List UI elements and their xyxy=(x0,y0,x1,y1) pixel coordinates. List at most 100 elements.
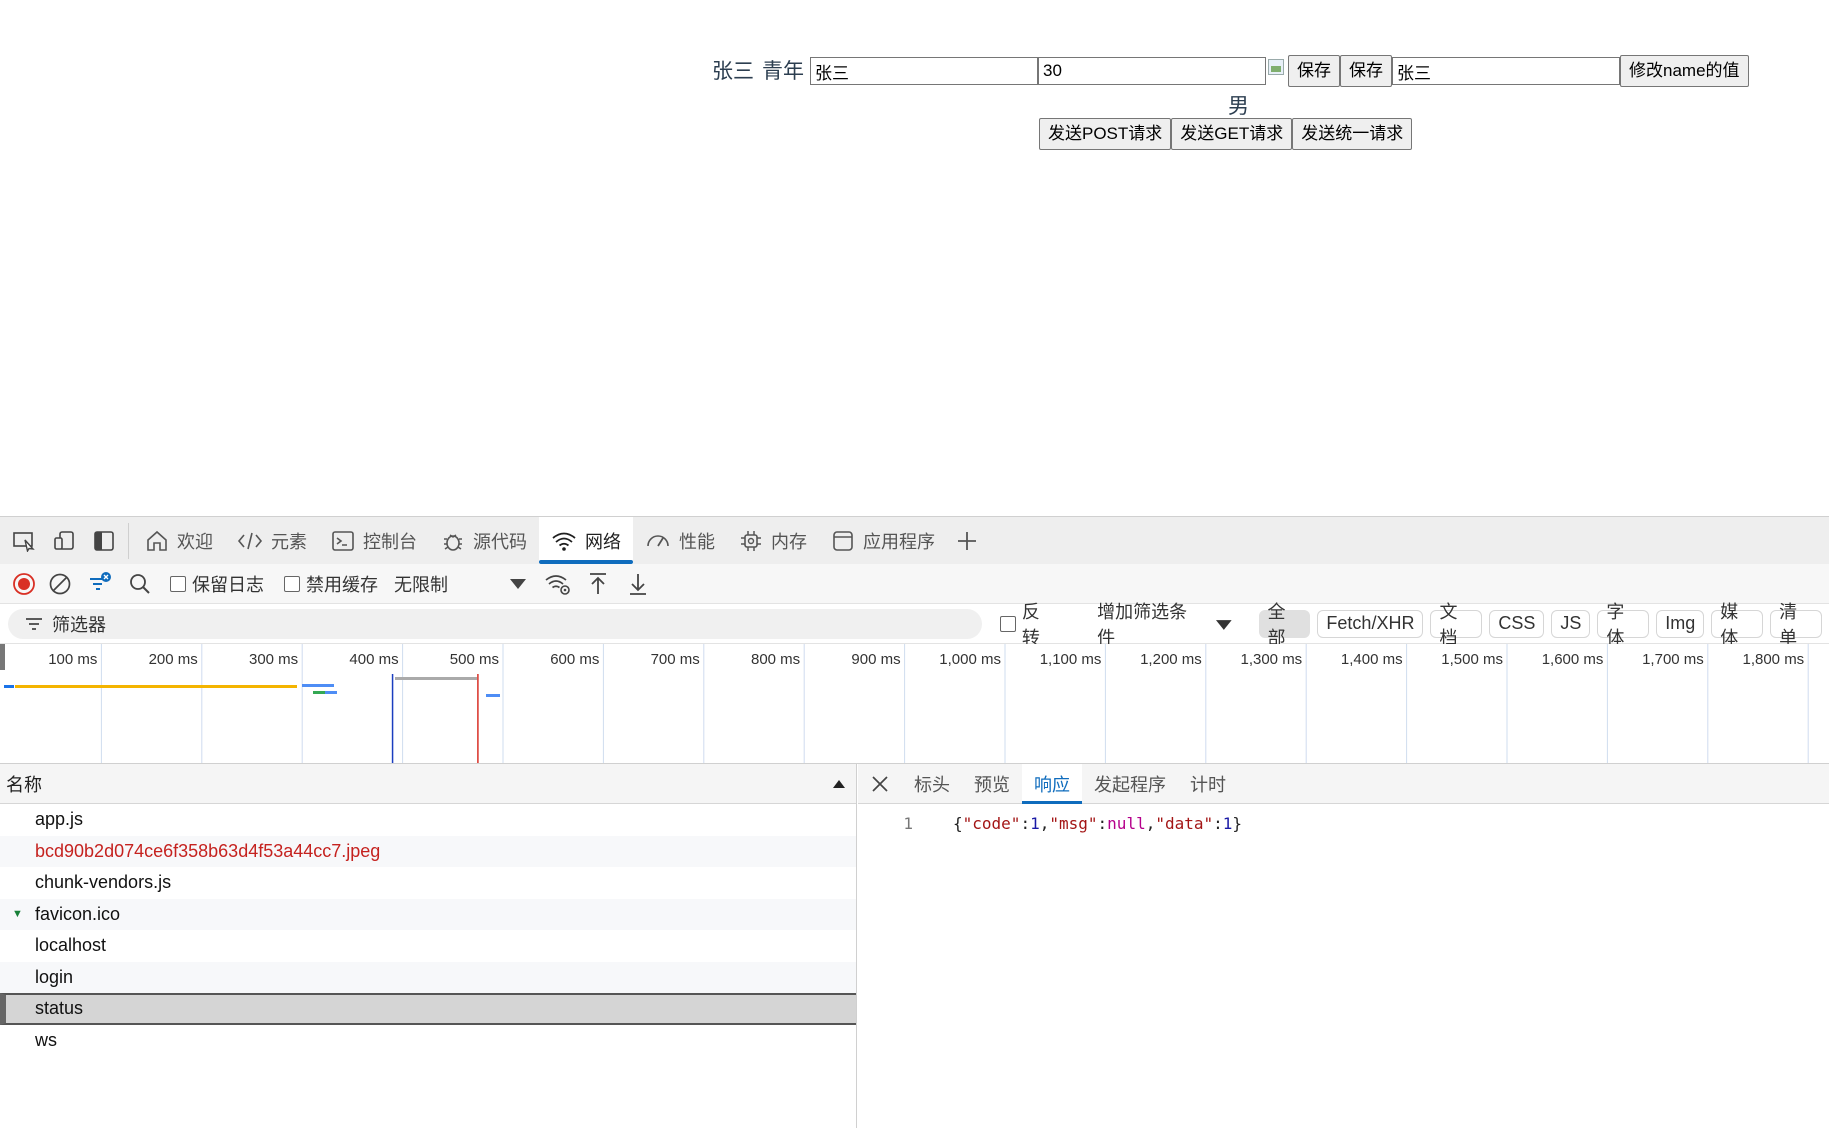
timeline-tick-label: 900 ms xyxy=(851,651,900,668)
more-filters-dropdown[interactable]: 增加筛选条件 xyxy=(1097,598,1232,650)
request-list: 名称 app.js bcd90b2d074ce6f358b63d4f53a44c… xyxy=(0,764,857,1128)
tab-response[interactable]: 响应 xyxy=(1022,763,1082,804)
timeline-bar xyxy=(486,694,500,697)
tab-network[interactable]: 网络 xyxy=(539,517,633,564)
request-name: status xyxy=(35,998,84,1019)
tab-application[interactable]: 应用程序 xyxy=(819,517,947,564)
home-icon xyxy=(147,530,167,551)
devtools-tabbar: 欢迎 元素 控制台 源代码 网络 性能 内存 应用程序 xyxy=(0,517,1829,564)
network-conditions-icon[interactable] xyxy=(538,564,578,604)
timeline-tick-label: 1,000 ms xyxy=(939,651,1001,668)
tab-label: 性能 xyxy=(679,531,715,553)
send-post-button[interactable]: 发送POST请求 xyxy=(1039,118,1172,150)
tab-preview[interactable]: 预览 xyxy=(962,764,1022,804)
table-row[interactable]: app.js xyxy=(0,804,856,836)
response-token: , xyxy=(1145,813,1156,833)
send-unified-button[interactable]: 发送统一请求 xyxy=(1292,118,1413,150)
response-line: 1 {"code":1,"msg":null,"data":1} xyxy=(858,808,1829,838)
invert-checkbox[interactable]: 反转 xyxy=(1000,598,1057,650)
search-icon[interactable] xyxy=(120,564,160,604)
network-overview-timeline[interactable]: 100 ms 200 ms 300 ms 400 ms 500 ms 600 ms 700 … xyxy=(0,644,1829,764)
dock-side-icon[interactable] xyxy=(84,521,124,561)
timeline-tick-label: 800 ms xyxy=(751,651,800,668)
modify-name-button[interactable]: 修改name的值 xyxy=(1620,55,1749,87)
tab-headers[interactable]: 标头 xyxy=(902,764,962,804)
response-token: { xyxy=(953,813,963,833)
import-har-icon[interactable] xyxy=(578,564,618,604)
checkbox-box xyxy=(284,575,300,592)
tab-performance[interactable]: 性能 xyxy=(633,517,727,564)
request-name: login xyxy=(35,966,74,987)
bug-icon xyxy=(444,533,462,551)
save-button-1[interactable]: 保存 xyxy=(1288,55,1340,87)
export-har-icon[interactable] xyxy=(618,564,658,604)
response-token: : xyxy=(1213,813,1223,833)
timeline-bar xyxy=(15,685,297,688)
age-input[interactable] xyxy=(1038,57,1266,85)
send-get-button[interactable]: 发送GET请求 xyxy=(1171,118,1293,150)
request-name: favicon.ico xyxy=(35,903,121,924)
disable-cache-checkbox[interactable]: 禁用缓存 xyxy=(284,571,378,597)
name-column-header[interactable]: 名称 xyxy=(6,771,42,797)
name-input-2[interactable] xyxy=(1392,57,1620,85)
type-filter-doc[interactable]: 文档 xyxy=(1430,602,1483,648)
checkbox-box xyxy=(170,575,186,592)
device-emulation-icon[interactable] xyxy=(44,521,84,561)
broken-image-icon xyxy=(1266,57,1288,85)
save-button-2[interactable]: 保存 xyxy=(1340,55,1392,87)
request-name: localhost xyxy=(35,935,107,956)
close-icon[interactable] xyxy=(858,774,902,794)
response-token: "code" xyxy=(962,813,1021,833)
timeline-tick-label: 700 ms xyxy=(651,651,700,668)
type-filter-font[interactable]: 字体 xyxy=(1597,602,1650,648)
inspect-element-icon[interactable] xyxy=(4,521,44,561)
detail-tabbar: 标头 预览 响应 发起程序 计时 xyxy=(858,763,1829,804)
type-filter-manifest[interactable]: 清单 xyxy=(1770,602,1822,648)
timeline-bar xyxy=(320,684,334,687)
tab-initiator[interactable]: 发起程序 xyxy=(1082,764,1178,804)
preserve-log-checkbox[interactable]: 保留日志 xyxy=(170,571,264,597)
type-filter-img[interactable]: Img xyxy=(1656,609,1705,638)
request-list-header[interactable]: 名称 xyxy=(0,764,856,804)
tab-console[interactable]: 控制台 xyxy=(319,517,429,564)
timeline-bar xyxy=(302,684,320,687)
chip-icon xyxy=(741,530,761,551)
table-row-selected[interactable]: status xyxy=(0,993,856,1025)
name-input[interactable] xyxy=(810,57,1038,85)
table-row[interactable]: ▼ favicon.ico xyxy=(0,898,856,930)
timeline-canvas: 100 ms 200 ms 300 ms 400 ms 500 ms 600 ms 700 … xyxy=(0,644,1809,763)
response-token: , xyxy=(1039,813,1050,833)
timeline-tick-label: 500 ms xyxy=(450,651,499,668)
table-row[interactable]: localhost xyxy=(0,930,856,962)
table-row[interactable]: chunk-vendors.js xyxy=(0,867,856,899)
tab-sources[interactable]: 源代码 xyxy=(429,517,539,564)
tabbar-divider xyxy=(128,522,129,559)
dropdown-arrow-icon[interactable] xyxy=(498,564,538,604)
tab-elements[interactable]: 元素 xyxy=(225,517,319,564)
filter-input[interactable]: 筛选器 xyxy=(8,608,983,639)
tab-welcome[interactable]: 欢迎 xyxy=(133,517,225,564)
type-filter-all[interactable]: 全部 xyxy=(1258,602,1311,648)
clear-icon[interactable] xyxy=(40,564,80,604)
marker-triangle-icon: ▼ xyxy=(12,908,23,921)
type-filter-css[interactable]: CSS xyxy=(1489,609,1545,638)
table-row[interactable]: login xyxy=(0,961,856,993)
sort-ascending-icon[interactable] xyxy=(832,779,846,789)
tab-memory[interactable]: 内存 xyxy=(727,517,819,564)
tab-timing[interactable]: 计时 xyxy=(1178,764,1238,804)
table-row[interactable]: bcd90b2d074ce6f358b63d4f53a44cc7.jpeg xyxy=(0,835,856,867)
type-filter-js[interactable]: JS xyxy=(1551,609,1591,638)
type-filter-fetch-xhr[interactable]: Fetch/XHR xyxy=(1317,609,1424,638)
timeline-tick-label: 1,800 ms xyxy=(1742,651,1804,668)
page-viewport: 张三 青年 保存 保存 修改name的值 男 发送POST请求 发送GET请求 … xyxy=(0,0,1829,516)
response-body[interactable]: {"code":1,"msg":null,"data":1} xyxy=(953,814,1242,833)
table-row[interactable]: ws xyxy=(0,1025,856,1057)
timeline-tick-label: 1,700 ms xyxy=(1642,651,1704,668)
add-tab-icon[interactable] xyxy=(947,521,987,561)
record-stop-icon[interactable] xyxy=(8,564,40,604)
console-icon xyxy=(332,530,354,551)
filter-toggle-icon[interactable] xyxy=(80,564,120,604)
type-filter-media[interactable]: 媒体 xyxy=(1711,602,1764,648)
throttling-select[interactable]: 无限制 xyxy=(394,571,484,597)
line-number: 1 xyxy=(903,813,913,833)
